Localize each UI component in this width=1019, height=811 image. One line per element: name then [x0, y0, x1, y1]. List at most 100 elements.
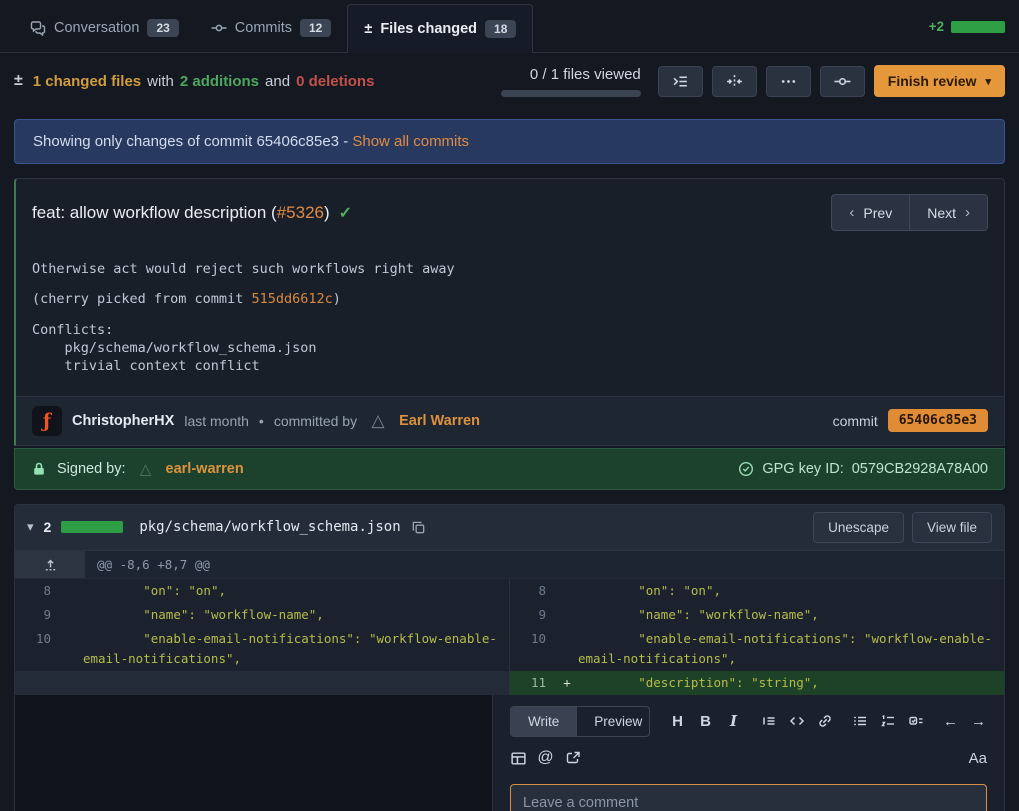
ordered-list-icon[interactable]	[879, 713, 896, 730]
file-name[interactable]: pkg/schema/workflow_schema.json	[139, 519, 400, 535]
commit-icon	[834, 73, 851, 90]
chevron-right-icon: ›	[965, 204, 970, 221]
changed-files-count[interactable]: 1 changed files	[33, 73, 141, 90]
split-view-toggle-button[interactable]	[712, 66, 757, 97]
diff-toolbar-row: ± 1 changed files with 2 additions and 0…	[0, 53, 1019, 107]
ellipsis-icon	[780, 73, 797, 90]
pr-tab-bar: Conversation 23 Commits 12 ± Files chang…	[0, 0, 1019, 53]
gpg-key-value: 0579CB2928A78A00	[852, 461, 988, 477]
editor-toolbar-row1: Write Preview H B I	[510, 706, 987, 737]
file-change-count: 2	[44, 519, 52, 535]
new-line-number[interactable]: 10	[510, 627, 556, 671]
preview-tab[interactable]: Preview	[576, 707, 650, 736]
old-code-line: "enable-email-notifications": "workflow-…	[83, 627, 509, 671]
commit-sha-badge[interactable]: 65406c85e3	[888, 409, 988, 432]
bold-icon[interactable]: B	[697, 713, 714, 730]
mention-icon[interactable]: @	[537, 750, 554, 767]
new-code-line: "name": "workflow-name",	[578, 603, 1004, 627]
committer-name[interactable]: Earl Warren	[399, 413, 480, 429]
diff-old-side-filler	[15, 695, 492, 811]
cherry-pick-sha-link[interactable]: 515dd6612c	[251, 291, 332, 307]
new-line-number[interactable]: 11	[510, 671, 556, 695]
signed-by-label: Signed by:	[57, 461, 126, 477]
comment-textarea[interactable]	[510, 784, 987, 811]
lock-icon	[31, 461, 47, 477]
commit-time: last month	[184, 413, 249, 429]
issue-reference-link[interactable]: #5326	[277, 203, 324, 222]
diff-old-side: 9 "name": "workflow-name",	[15, 603, 509, 627]
diff-old-side: 8 "on": "on",	[15, 579, 509, 603]
files-viewed-label: 0 / 1 files viewed	[530, 66, 641, 83]
commit-label: commit	[833, 413, 878, 429]
diff-options-button[interactable]	[766, 66, 811, 97]
commit-select-button[interactable]	[820, 66, 865, 97]
next-commit-button[interactable]: Next ›	[909, 194, 988, 231]
commit-detail-box: feat: allow workflow description (#5326)…	[14, 178, 1005, 446]
tab-files-changed[interactable]: ± Files changed 18	[347, 4, 533, 53]
copy-path-icon[interactable]	[411, 520, 426, 535]
write-tab[interactable]: Write	[511, 707, 576, 736]
changed-files-summary: ± 1 changed files with 2 additions and 0…	[14, 72, 374, 90]
file-diff-box: ▾ 2 pkg/schema/workflow_schema.json Unes…	[14, 504, 1005, 811]
editor-toolbar-row2: @ Aa	[510, 750, 987, 767]
old-line-number[interactable]: 10	[15, 627, 61, 671]
table-icon[interactable]	[510, 750, 527, 767]
diff-new-side: 10 "enable-email-notifications": "workfl…	[509, 627, 1004, 671]
quote-icon[interactable]	[760, 713, 777, 730]
editor-mode-tabs: Write Preview	[510, 706, 650, 737]
unescape-button[interactable]: Unescape	[813, 512, 904, 543]
reference-icon[interactable]	[564, 750, 581, 767]
added-line-marker: +	[556, 671, 578, 695]
italic-icon[interactable]: I	[725, 713, 742, 730]
old-line-number[interactable]: 8	[15, 579, 61, 603]
finish-review-button[interactable]: Finish review ▾	[874, 65, 1005, 97]
commit-title-suffix: )	[324, 203, 330, 222]
file-actions-group: Unescape View file	[813, 512, 992, 543]
signer-avatar[interactable]: △	[136, 459, 156, 479]
conversation-icon	[30, 20, 46, 36]
expand-hunk-button[interactable]	[15, 551, 85, 578]
text-size-toggle[interactable]: Aa	[969, 750, 987, 767]
diff-new-side: 8 "on": "on",	[509, 579, 1004, 603]
author-name[interactable]: ChristopherHX	[72, 413, 174, 429]
undo-icon[interactable]: ←	[942, 713, 959, 730]
caret-down-icon: ▾	[985, 75, 991, 88]
files-changed-count-badge: 18	[485, 20, 516, 38]
gpg-key-label: GPG key ID:	[762, 461, 843, 477]
commit-status-check-icon[interactable]: ✓	[339, 203, 352, 223]
collapse-file-chevron-icon[interactable]: ▾	[27, 519, 34, 535]
link-icon[interactable]	[816, 713, 833, 730]
prev-commit-button[interactable]: ‹ Prev	[831, 194, 910, 231]
code-icon[interactable]	[788, 713, 805, 730]
diff-row: 10 "enable-email-notifications": "workfl…	[15, 627, 1004, 671]
committed-by-label: committed by	[274, 413, 357, 429]
prev-label: Prev	[863, 205, 892, 221]
cherry-pick-text: (cherry picked from commit	[32, 291, 251, 307]
split-diff-icon	[726, 73, 743, 90]
redo-icon[interactable]: →	[970, 713, 987, 730]
show-all-commits-link[interactable]: Show all commits	[352, 133, 469, 150]
review-settings-button[interactable]	[658, 66, 703, 97]
old-line-number[interactable]: 9	[15, 603, 61, 627]
new-code-line: "enable-email-notifications": "workflow-…	[578, 627, 1004, 671]
tab-commits[interactable]: Commits 12	[195, 4, 348, 52]
commit-sha-group: commit 65406c85e3	[833, 409, 988, 432]
heading-icon[interactable]: H	[669, 713, 686, 730]
diffstat-bar	[951, 21, 1005, 33]
files-viewed-block: 0 / 1 files viewed	[501, 66, 641, 97]
new-line-number[interactable]: 8	[510, 579, 556, 603]
unordered-list-icon[interactable]	[851, 713, 868, 730]
view-file-button[interactable]: View file	[912, 512, 992, 543]
chevron-left-icon: ‹	[849, 204, 854, 221]
file-diffstat-bar	[61, 521, 123, 533]
tab-conversation[interactable]: Conversation 23	[14, 4, 195, 52]
task-list-icon[interactable]	[907, 713, 924, 730]
committer-avatar[interactable]: △	[367, 410, 389, 432]
commit-message-line: Otherwise act would reject such workflow…	[32, 261, 988, 277]
hunk-header-row: @@ -8,6 +8,7 @@	[15, 551, 1004, 579]
diff-marker	[556, 603, 578, 627]
new-line-number[interactable]: 9	[510, 603, 556, 627]
signer-name-link[interactable]: earl-warren	[166, 461, 244, 477]
author-avatar[interactable]: ƒ	[32, 406, 62, 436]
commit-header: feat: allow workflow description (#5326)…	[16, 179, 1004, 237]
